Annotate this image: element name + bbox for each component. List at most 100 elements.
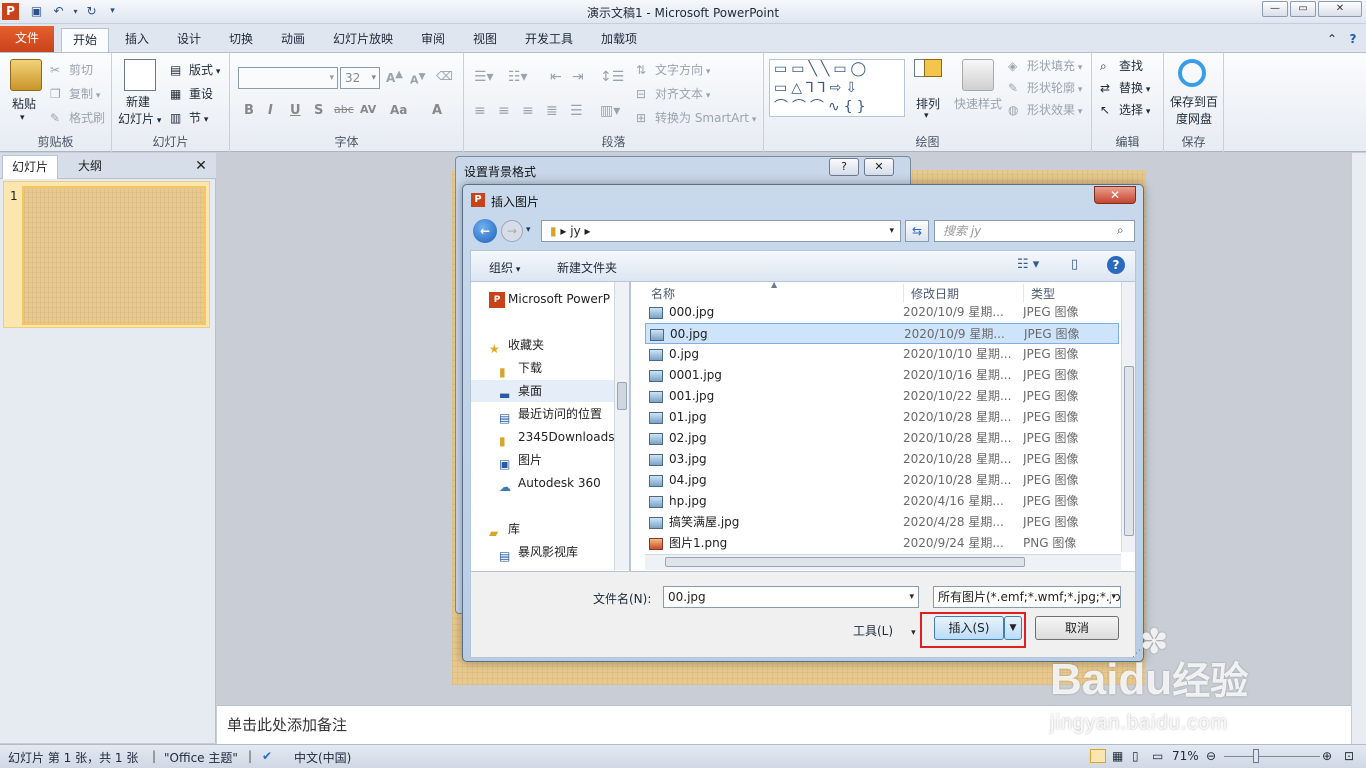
refresh-button[interactable]: ⇆ bbox=[905, 220, 929, 242]
change-case-button[interactable]: Aa bbox=[390, 103, 407, 117]
quick-styles-button[interactable]: 快速样式 bbox=[954, 95, 1002, 112]
tab-view[interactable]: 视图 bbox=[464, 28, 506, 52]
filename-dropdown-icon[interactable]: ▾ bbox=[909, 587, 914, 607]
shadow-button[interactable]: S bbox=[314, 103, 323, 118]
view-options-icon[interactable]: ☷ ▾ bbox=[1017, 257, 1039, 272]
file-row[interactable]: 搞笑满屋.jpg 2020/4/28 星期... JPEG 图像 bbox=[645, 512, 1119, 533]
close-window-button[interactable]: ✕ bbox=[1318, 1, 1362, 17]
normal-view-icon[interactable] bbox=[1090, 749, 1106, 763]
section-button[interactable]: ▥ 节 ▾ bbox=[170, 109, 208, 127]
address-bar[interactable]: ▮ ▸ jy ▸ ▾ bbox=[541, 220, 901, 242]
nav-item-desktop[interactable]: ▬ 桌面 bbox=[471, 380, 614, 402]
shape-fill-button[interactable]: ◈ 形状填充 ▾ bbox=[1008, 57, 1082, 75]
arrange-button[interactable]: 排列 bbox=[916, 95, 940, 112]
tab-slides-pane[interactable]: 幻灯片 bbox=[2, 155, 58, 179]
dialog-help-icon[interactable]: ? bbox=[1107, 256, 1125, 274]
tab-slideshow[interactable]: 幻灯片放映 bbox=[326, 28, 400, 52]
file-row[interactable]: 0001.jpg 2020/10/16 星期... JPEG 图像 bbox=[645, 365, 1119, 386]
file-list-scrollbar-thumb[interactable] bbox=[1124, 366, 1134, 536]
layout-button[interactable]: ▤ 版式 ▾ bbox=[170, 61, 220, 79]
tab-insert[interactable]: 插入 bbox=[116, 28, 158, 52]
nav-item-libraries[interactable]: ▰ 库 bbox=[489, 518, 629, 540]
shrink-font-icon[interactable]: A▼ bbox=[410, 71, 426, 87]
increase-indent-icon[interactable]: ⇥ bbox=[572, 69, 584, 85]
save-to-netdisk-label-1[interactable]: 保存到百 bbox=[1170, 93, 1218, 110]
collapse-ribbon-icon[interactable]: ⌃ bbox=[1324, 28, 1340, 52]
tab-outline-pane[interactable]: 大纲 bbox=[62, 155, 118, 179]
back-button[interactable]: ← bbox=[473, 219, 497, 243]
nav-scrollbar-thumb[interactable] bbox=[617, 382, 627, 410]
columns-icon[interactable]: ▥▾ bbox=[600, 103, 620, 119]
tab-home[interactable]: 开始 bbox=[61, 28, 109, 52]
dialog-close-button[interactable]: ✕ bbox=[1094, 186, 1136, 204]
zoom-in-icon[interactable]: ⊕ bbox=[1322, 749, 1332, 763]
close-pane-icon[interactable]: ✕ bbox=[192, 155, 210, 179]
font-color-button[interactable]: A bbox=[432, 103, 442, 118]
font-family-select[interactable]: ▾ bbox=[238, 67, 338, 89]
filetype-dropdown-icon[interactable]: ▾ bbox=[1111, 587, 1116, 607]
copy-button[interactable]: ❐ 复制 ▾ bbox=[50, 85, 100, 103]
column-date[interactable]: 修改日期 bbox=[911, 285, 959, 302]
justify-icon[interactable]: ≣ bbox=[546, 103, 558, 119]
shapes-gallery[interactable]: ▭▭╲╲▭◯ ▭△⅂⅂⇨⇩ ⌒⌒⌒∿{} bbox=[769, 59, 905, 117]
line-spacing-icon[interactable]: ↕☰ bbox=[600, 69, 624, 85]
decrease-indent-icon[interactable]: ⇤ bbox=[550, 69, 562, 85]
quick-styles-icon[interactable] bbox=[962, 59, 994, 91]
tab-addins[interactable]: 加载项 bbox=[592, 28, 646, 52]
spellcheck-icon[interactable]: ✔ bbox=[262, 749, 272, 763]
tab-animations[interactable]: 动画 bbox=[272, 28, 314, 52]
file-list-hscrollbar[interactable] bbox=[645, 554, 1121, 570]
bullets-icon[interactable]: ☰▾ bbox=[474, 69, 494, 85]
filename-input[interactable]: 00.jpg ▾ bbox=[663, 586, 919, 608]
slide-sorter-icon[interactable]: ▦ bbox=[1112, 749, 1123, 763]
align-right-icon[interactable]: ≡ bbox=[522, 103, 534, 119]
file-list-hscrollbar-thumb[interactable] bbox=[665, 557, 1025, 567]
new-folder-button[interactable]: 新建文件夹 bbox=[557, 259, 617, 276]
shape-outline-button[interactable]: ✎ 形状轮廓 ▾ bbox=[1008, 79, 1082, 97]
align-center-icon[interactable]: ≡ bbox=[498, 103, 510, 119]
file-row[interactable]: 04.jpg 2020/10/28 星期... JPEG 图像 bbox=[645, 470, 1119, 491]
history-dropdown-icon[interactable]: ▾ bbox=[526, 225, 531, 235]
align-text-button[interactable]: ⊟ 对齐文本 ▾ bbox=[636, 85, 710, 103]
filetype-select[interactable]: 所有图片(*.emf;*.wmf;*.jpg;*.jp ▾ bbox=[933, 586, 1121, 608]
nav-item-powerpoint[interactable]: P Microsoft PowerP bbox=[489, 288, 629, 310]
nav-item-video-library[interactable]: ▤ 暴风影视库 bbox=[499, 541, 629, 563]
text-direction-button[interactable]: ⇅ 文字方向 ▾ bbox=[636, 61, 710, 79]
zoom-level[interactable]: 71% bbox=[1172, 749, 1199, 763]
new-slide-icon[interactable] bbox=[124, 59, 156, 91]
distribute-icon[interactable]: ☰ bbox=[570, 103, 583, 119]
nav-item-pictures[interactable]: ▣ 图片 bbox=[499, 449, 629, 471]
slideshow-view-icon[interactable]: ▭ bbox=[1152, 749, 1163, 763]
nav-item-downloads[interactable]: ▮ 下载 bbox=[499, 357, 629, 379]
organize-button[interactable]: 组织 ▾ bbox=[489, 259, 520, 276]
nav-item-2345downloads[interactable]: ▮ 2345Downloads bbox=[499, 426, 629, 448]
align-left-icon[interactable]: ≡ bbox=[474, 103, 486, 119]
fit-to-window-icon[interactable]: ⊡ bbox=[1344, 749, 1354, 763]
language-status[interactable]: 中文(中国) bbox=[294, 749, 351, 766]
find-button[interactable]: ⌕ 查找 bbox=[1100, 57, 1143, 75]
arrange-dropdown-icon[interactable]: ▾ bbox=[924, 111, 929, 121]
format-painter-button[interactable]: ✎ 格式刷 bbox=[50, 109, 105, 127]
file-row[interactable]: 0.jpg 2020/10/10 星期... JPEG 图像 bbox=[645, 344, 1119, 365]
bg-help-button[interactable]: ? bbox=[829, 158, 859, 176]
search-icon[interactable]: ⌕ bbox=[1117, 223, 1124, 238]
grow-font-icon[interactable]: A▲ bbox=[386, 69, 403, 85]
underline-button[interactable]: U bbox=[290, 103, 301, 118]
replace-button[interactable]: ⇄ 替换 ▾ bbox=[1100, 79, 1150, 97]
file-row[interactable]: hp.jpg 2020/4/16 星期... JPEG 图像 bbox=[645, 491, 1119, 512]
italic-button[interactable]: I bbox=[268, 103, 273, 118]
nav-item-favorites[interactable]: ★ 收藏夹 bbox=[489, 334, 629, 356]
preview-pane-icon[interactable]: ▯ bbox=[1071, 257, 1078, 272]
tab-file[interactable]: 文件 bbox=[0, 26, 54, 52]
nav-item-autodesk[interactable]: ☁ Autodesk 360 bbox=[499, 472, 629, 494]
file-row[interactable]: 03.jpg 2020/10/28 星期... JPEG 图像 bbox=[645, 449, 1119, 470]
select-button[interactable]: ↖ 选择 ▾ bbox=[1100, 101, 1150, 119]
help-icon[interactable]: ? bbox=[1344, 28, 1362, 52]
font-size-select[interactable]: 32 ▾ bbox=[340, 67, 380, 89]
paste-button[interactable]: 粘贴 bbox=[12, 95, 36, 112]
bold-button[interactable]: B bbox=[244, 103, 254, 118]
file-list-scrollbar[interactable] bbox=[1121, 282, 1135, 552]
zoom-slider-thumb[interactable] bbox=[1253, 749, 1259, 763]
column-name[interactable]: 名称 bbox=[651, 285, 675, 302]
tab-review[interactable]: 审阅 bbox=[412, 28, 454, 52]
